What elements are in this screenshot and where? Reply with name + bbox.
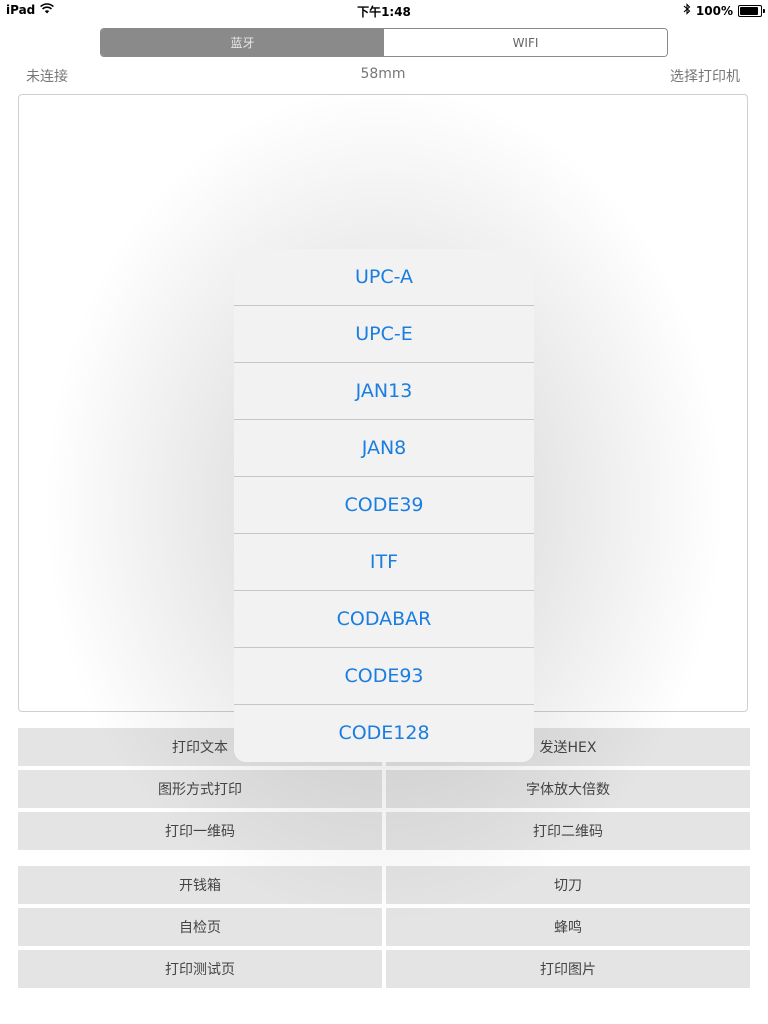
connection-type-segmented-control[interactable]: 蓝牙 WIFI xyxy=(100,28,668,57)
print-test-page-button[interactable]: 打印测试页 xyxy=(18,950,382,988)
tab-bluetooth[interactable]: 蓝牙 xyxy=(101,29,384,56)
device-actions-grid: 开钱箱 切刀 自检页 蜂鸣 打印测试页 打印图片 xyxy=(18,866,750,988)
print-barcode-button[interactable]: 打印一维码 xyxy=(18,812,382,850)
barcode-option-code93[interactable]: CODE93 xyxy=(234,648,534,705)
status-right: 100% xyxy=(683,3,765,18)
barcode-option-itf[interactable]: ITF xyxy=(234,534,534,591)
print-image-button[interactable]: 打印图片 xyxy=(386,950,750,988)
barcode-type-menu: UPC-A UPC-E JAN13 JAN8 CODE39 ITF CODABA… xyxy=(234,249,534,762)
print-qrcode-button[interactable]: 打印二维码 xyxy=(386,812,750,850)
self-test-button[interactable]: 自检页 xyxy=(18,908,382,946)
battery-fill xyxy=(740,6,758,15)
bluetooth-icon xyxy=(683,3,691,18)
barcode-option-codabar[interactable]: CODABAR xyxy=(234,591,534,648)
tab-wifi[interactable]: WIFI xyxy=(384,29,667,56)
barcode-option-jan13[interactable]: JAN13 xyxy=(234,363,534,420)
beep-button[interactable]: 蜂鸣 xyxy=(386,908,750,946)
status-time: 下午1:48 xyxy=(357,5,411,19)
font-scale-button[interactable]: 字体放大倍数 xyxy=(386,770,750,808)
cutter-button[interactable]: 切刀 xyxy=(386,866,750,904)
open-drawer-button[interactable]: 开钱箱 xyxy=(18,866,382,904)
graphic-print-button[interactable]: 图形方式打印 xyxy=(18,770,382,808)
barcode-option-code128[interactable]: CODE128 xyxy=(234,705,534,761)
battery-percent: 100% xyxy=(695,3,733,18)
battery-icon xyxy=(738,4,765,17)
barcode-option-upc-a[interactable]: UPC-A xyxy=(234,249,534,306)
barcode-option-upc-e[interactable]: UPC-E xyxy=(234,306,534,363)
paper-size[interactable]: 58mm xyxy=(26,66,740,82)
select-printer-button[interactable]: 选择打印机 xyxy=(670,66,740,86)
barcode-option-jan8[interactable]: JAN8 xyxy=(234,420,534,477)
status-bar: iPad 下午1:48 100% xyxy=(0,0,768,20)
barcode-option-code39[interactable]: CODE39 xyxy=(234,477,534,534)
info-row: 未连接 58mm 选择打印机 xyxy=(26,66,740,86)
